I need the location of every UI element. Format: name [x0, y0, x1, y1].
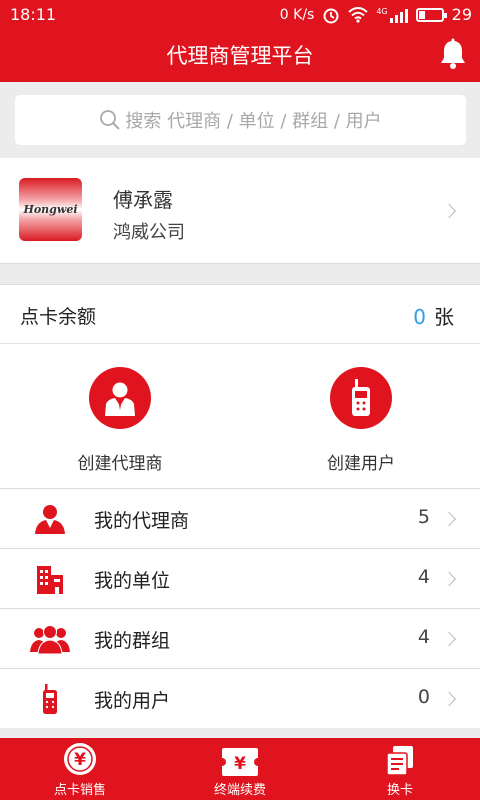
profile-company: 鸿威公司 — [113, 222, 185, 243]
search-input[interactable]: 搜索 代理商 / 单位 / 群组 / 用户 — [15, 95, 466, 145]
group-icon — [30, 625, 70, 654]
search-icon — [100, 110, 121, 130]
chevron-right-icon — [441, 691, 457, 707]
balance-number: 0 — [413, 305, 426, 329]
yuan-coin-icon: ¥ — [64, 743, 96, 775]
header: 代理商管理平台 — [0, 30, 480, 82]
tab-label: 终端续费 — [213, 783, 266, 798]
svg-text:¥: ¥ — [74, 750, 86, 770]
menu-item-label: 我的代理商 — [94, 510, 190, 532]
status-bar: 18:11 0 K/s 4G 29 — [0, 0, 480, 30]
battery-icon — [415, 7, 447, 22]
battery-level: 29 — [451, 5, 472, 24]
balance-row: 点卡余额 0张 — [0, 284, 480, 344]
bell-icon[interactable] — [438, 38, 468, 70]
person-icon — [35, 505, 65, 534]
walkie-talkie-icon — [330, 367, 392, 429]
menu-item-count: 4 — [417, 626, 430, 648]
chevron-right-icon — [441, 571, 457, 587]
menu-item-my-users[interactable]: 我的用户 0 — [0, 668, 480, 728]
chevron-right-icon — [441, 511, 457, 527]
net-speed: 0 K/s — [279, 6, 315, 23]
agent-icon — [89, 367, 151, 429]
signal-icon: 4G — [376, 6, 408, 23]
balance-value: 0张 — [413, 301, 454, 330]
create-user-label: 创建用户 — [327, 454, 395, 474]
page-title: 代理商管理平台 — [166, 44, 314, 68]
yuan-ticket-icon: ¥ — [222, 748, 258, 776]
menu-item-label: 我的单位 — [94, 570, 171, 592]
menu-item-count: 5 — [417, 506, 430, 528]
menu-item-my-groups[interactable]: 我的群组 4 — [0, 608, 480, 668]
profile-name: 傅承露 — [113, 188, 173, 212]
svg-text:¥: ¥ — [234, 754, 246, 774]
menu-item-label: 我的用户 — [94, 690, 171, 712]
status-time: 18:11 — [10, 5, 57, 24]
search-placeholder: 搜索 代理商 / 单位 / 群组 / 用户 — [125, 111, 382, 132]
quick-actions: 创建代理商 创建用户 — [0, 344, 480, 488]
profile-card[interactable]: Hongwei 傅承露 鸿威公司 — [0, 158, 480, 264]
company-logo: Hongwei — [19, 178, 82, 241]
create-user-button[interactable]: 创建用户 — [281, 367, 441, 474]
search-area: 搜索 代理商 / 单位 / 群组 / 用户 — [0, 82, 480, 158]
chevron-right-icon — [441, 631, 457, 647]
logo-text: Hongwei — [23, 203, 78, 216]
tab-renewal[interactable]: ¥ 终端续费 — [160, 738, 320, 800]
menu-item-my-units[interactable]: 我的单位 4 — [0, 548, 480, 608]
menu-list: 我的代理商 5 我的单位 4 我的群组 4 我的用户 0 — [0, 488, 480, 728]
menu-item-my-agents[interactable]: 我的代理商 5 — [0, 488, 480, 548]
tab-label: 点卡销售 — [53, 783, 106, 798]
swap-card-icon — [386, 746, 413, 776]
create-agent-button[interactable]: 创建代理商 — [40, 367, 200, 474]
balance-unit: 张 — [434, 305, 454, 329]
building-icon — [37, 566, 63, 594]
menu-item-label: 我的群组 — [94, 630, 171, 652]
create-agent-label: 创建代理商 — [77, 454, 163, 474]
chevron-right-icon — [441, 203, 457, 219]
menu-item-count: 4 — [417, 566, 430, 588]
tab-swap-card[interactable]: 换卡 — [320, 738, 480, 800]
tab-label: 换卡 — [386, 783, 413, 798]
tab-card-sales[interactable]: ¥ 点卡销售 — [0, 738, 160, 800]
balance-label: 点卡余额 — [20, 306, 97, 328]
bottom-tab-bar: ¥ 点卡销售 ¥ 终端续费 换卡 — [0, 738, 480, 800]
wifi-icon — [348, 6, 369, 23]
alarm-icon — [323, 8, 339, 23]
status-icons: 0 K/s 4G 29 — [280, 5, 472, 24]
menu-item-count: 0 — [417, 686, 430, 708]
walkie-talkie-icon — [43, 684, 57, 714]
network-type: 4G — [376, 6, 388, 16]
